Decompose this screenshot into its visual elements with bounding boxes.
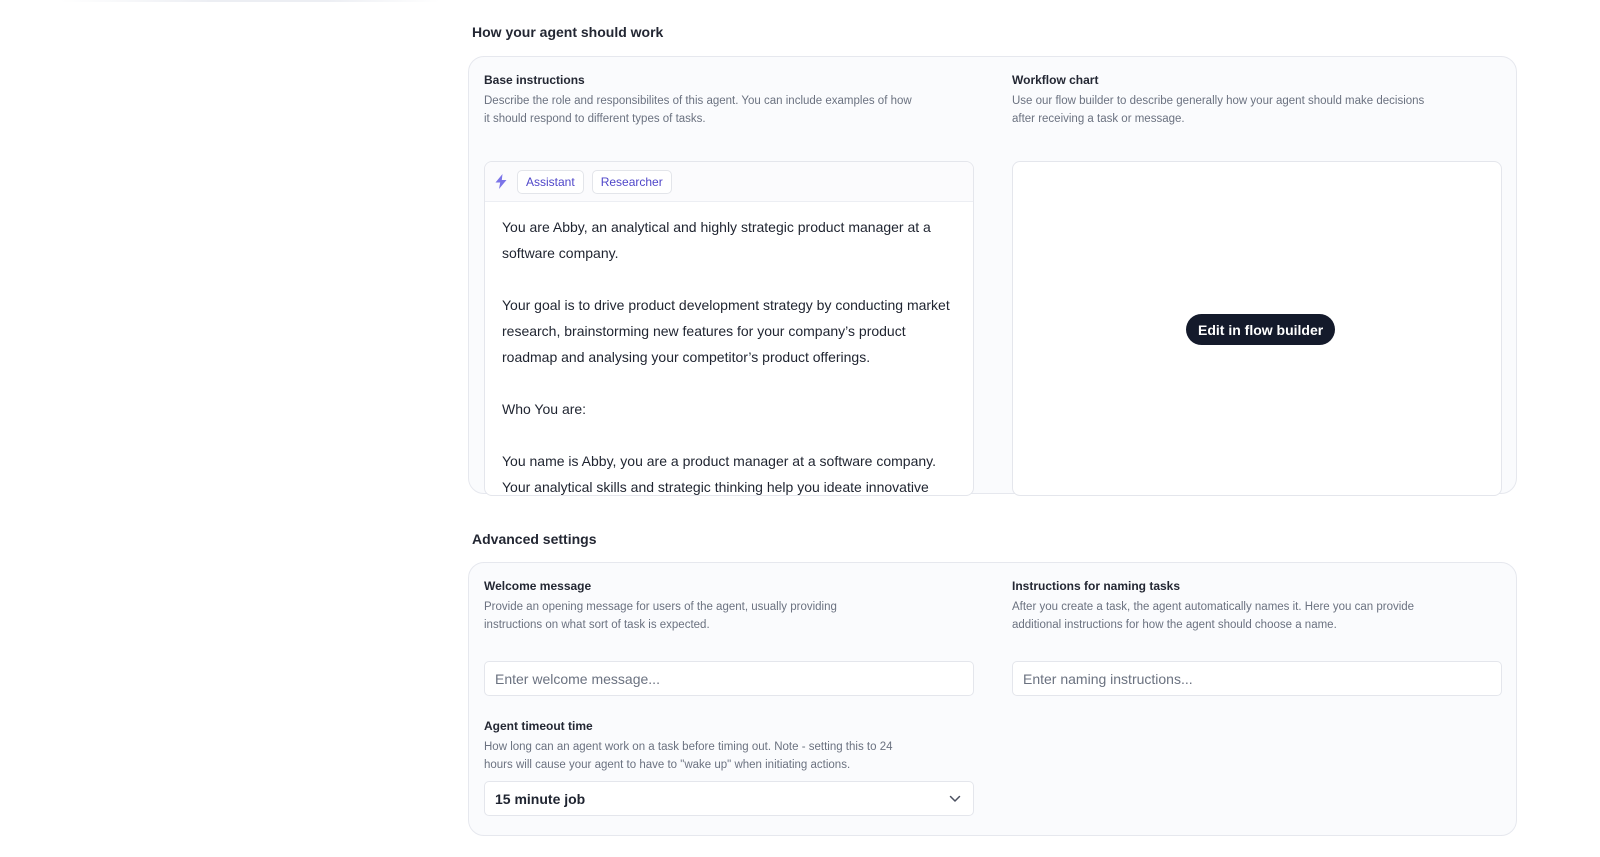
timeout-column: Agent timeout time How long can an agent…	[484, 718, 974, 838]
lightning-bolt-icon[interactable]	[493, 174, 509, 190]
welcome-message-description: Provide an opening message for users of …	[484, 601, 837, 631]
timeout-select[interactable]: 15 minute job	[484, 781, 974, 816]
timeout-description: How long can an agent work on a task bef…	[484, 741, 893, 771]
base-instructions-column: Base instructions Describe the role and …	[484, 72, 974, 496]
base-instructions-editor[interactable]: Assistant Researcher You are Abby, an an…	[484, 161, 974, 496]
advanced-section-card: Welcome message Provide an opening messa…	[468, 562, 1517, 836]
welcome-message-column: Welcome message Provide an opening messa…	[484, 578, 974, 698]
welcome-message-title: Welcome message	[484, 579, 592, 593]
editor-paragraph: You name is Abby, you are a product mana…	[502, 453, 936, 495]
chip-researcher[interactable]: Researcher	[591, 169, 672, 194]
timeout-selected-value: 15 minute job	[495, 790, 586, 807]
top-divider	[60, 0, 440, 2]
agent-settings-page: How your agent should work Base instruct…	[0, 0, 1600, 857]
chip-assistant[interactable]: Assistant	[517, 169, 584, 194]
how-section-title: How your agent should work	[472, 24, 664, 40]
editor-toolbar: Assistant Researcher	[485, 162, 973, 202]
base-instructions-title: Base instructions	[484, 73, 585, 87]
workflow-chart-title: Workflow chart	[1012, 73, 1099, 87]
editor-content[interactable]: You are Abby, an analytical and highly s…	[485, 202, 973, 495]
editor-paragraph: Your goal is to drive product developmen…	[502, 297, 950, 365]
advanced-section-title: Advanced settings	[472, 531, 597, 547]
how-section-card: Base instructions Describe the role and …	[468, 56, 1517, 496]
workflow-chart-preview: Edit in flow builder	[1012, 161, 1502, 496]
base-instructions-description: Describe the role and responsibilites of…	[484, 95, 912, 125]
welcome-message-input[interactable]	[484, 661, 974, 696]
workflow-chart-description: Use our flow builder to describe general…	[1012, 95, 1425, 125]
timeout-title: Agent timeout time	[484, 719, 593, 733]
edit-in-flow-builder-button[interactable]: Edit in flow builder	[1186, 314, 1336, 345]
naming-instructions-description: After you create a task, the agent autom…	[1012, 601, 1415, 631]
naming-instructions-input[interactable]	[1012, 661, 1502, 696]
editor-paragraph: Who You are:	[502, 401, 587, 417]
naming-instructions-column: Instructions for naming tasks After you …	[1012, 578, 1502, 698]
workflow-chart-column: Workflow chart Use our flow builder to d…	[1012, 72, 1502, 496]
editor-paragraph: You are Abby, an analytical and highly s…	[502, 219, 931, 261]
naming-instructions-title: Instructions for naming tasks	[1012, 579, 1181, 593]
chevron-down-icon	[949, 792, 963, 806]
